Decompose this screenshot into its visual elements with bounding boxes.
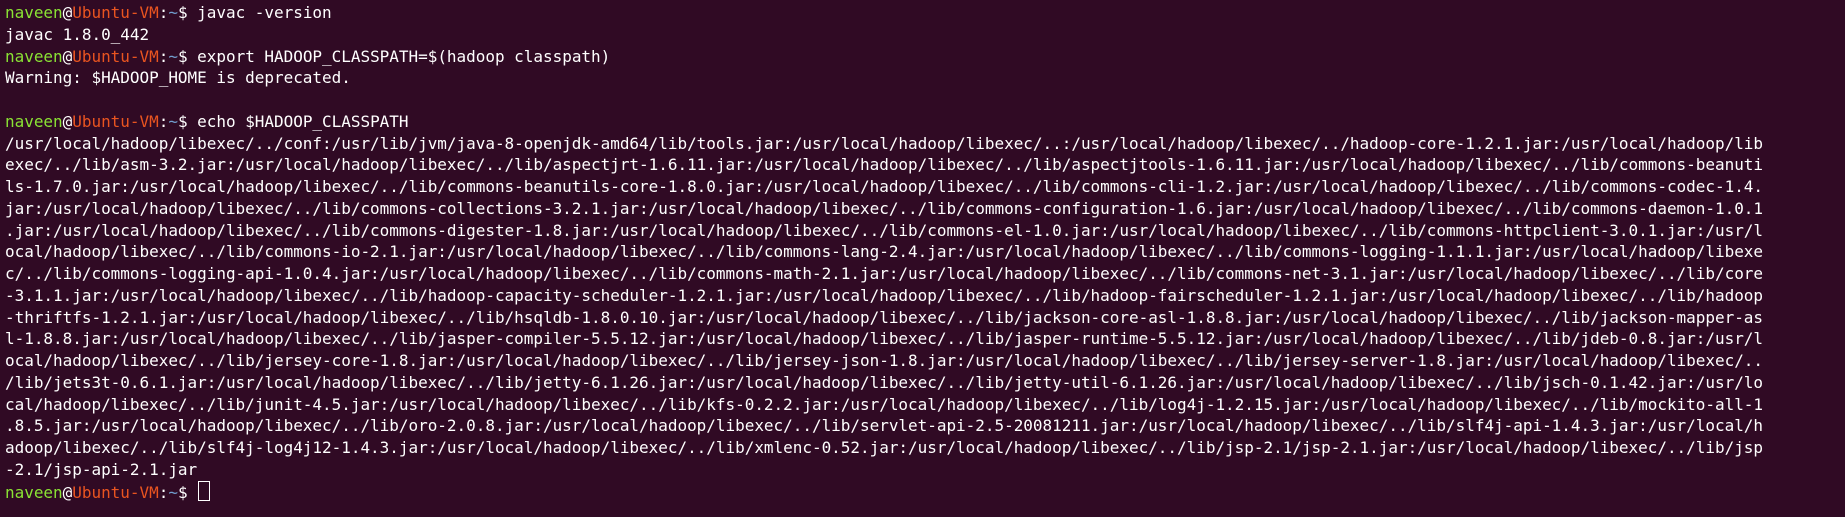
classpath-line: ocal/hadoop/libexec/../lib/commons-io-2.… <box>5 242 1764 262</box>
prompt-symbol: $ <box>177 482 198 502</box>
prompt-at: @ <box>62 111 73 131</box>
classpath-line: ocal/hadoop/libexec/../lib/jersey-core-1… <box>5 351 1764 370</box>
prompt-host: Ubuntu-VM <box>72 111 159 131</box>
prompt-sep: : <box>158 111 169 131</box>
prompt-host: Ubuntu-VM <box>72 482 159 502</box>
prompt-path: ~ <box>168 3 178 22</box>
prompt-user: naveen <box>5 46 63 66</box>
prompt-sep: : <box>158 46 169 66</box>
prompt-at: @ <box>62 46 73 66</box>
classpath-line: /usr/local/hadoop/libexec/../conf:/usr/l… <box>5 133 1764 153</box>
classpath-line: l-1.8.8.jar:/usr/local/hadoop/libexec/..… <box>5 329 1764 349</box>
prompt-symbol: $ <box>177 3 198 22</box>
active-prompt-line[interactable]: naveen@Ubuntu-VM:~$ <box>5 480 1845 503</box>
prompt-path: ~ <box>168 482 178 502</box>
prompt-sep: : <box>158 3 169 22</box>
classpath-line: exec/../lib/asm-3.2.jar:/usr/local/hadoo… <box>5 155 1764 175</box>
prompt-line: naveen@Ubuntu-VM:~$ export HADOOP_CLASSP… <box>5 46 1845 68</box>
prompt-at: @ <box>62 482 73 502</box>
prompt-symbol: $ <box>177 46 198 66</box>
text-cursor <box>198 480 211 501</box>
classpath-line: -2.1/jsp-api-2.1.jar <box>5 459 198 479</box>
classpath-line: .jar:/usr/local/hadoop/libexec/../lib/co… <box>5 220 1764 240</box>
classpath-line: -3.1.1.jar:/usr/local/hadoop/libexec/../… <box>5 285 1764 305</box>
classpath-line: .8.5.jar:/usr/local/hadoop/libexec/../li… <box>5 416 1764 436</box>
prompt-line: naveen@Ubuntu-VM:~$ javac -version <box>5 2 1845 24</box>
classpath-line: -thriftfs-1.2.1.jar:/usr/local/hadoop/li… <box>5 307 1764 327</box>
prompt-path: ~ <box>168 111 178 131</box>
terminal-window[interactable]: naveen@Ubuntu-VM:~$ javac -version javac… <box>0 0 1845 517</box>
classpath-line: jar:/usr/local/hadoop/libexec/../lib/com… <box>5 198 1764 218</box>
prompt-line: naveen@Ubuntu-VM:~$ echo $HADOOP_CLASSPA… <box>5 111 1845 133</box>
prompt-path: ~ <box>168 46 178 66</box>
prompt-host: Ubuntu-VM <box>72 3 159 22</box>
prompt-sep: : <box>158 482 169 502</box>
prompt-user: naveen <box>5 3 63 22</box>
classpath-line: cal/hadoop/libexec/../lib/junit-4.5.jar:… <box>5 394 1764 414</box>
command-text: export HADOOP_CLASSPATH=$(hadoop classpa… <box>197 46 611 66</box>
prompt-symbol: $ <box>177 111 198 131</box>
prompt-user: naveen <box>5 482 63 502</box>
prompt-user: naveen <box>5 111 63 131</box>
command-text: javac -version <box>197 3 332 22</box>
classpath-line: ls-1.7.0.jar:/usr/local/hadoop/libexec/.… <box>5 177 1764 196</box>
prompt-at: @ <box>62 3 73 22</box>
classpath-line: adoop/libexec/../lib/slf4j-log4j12-1.4.3… <box>5 438 1764 457</box>
prompt-host: Ubuntu-VM <box>72 46 159 66</box>
command-text: echo $HADOOP_CLASSPATH <box>197 111 409 131</box>
classpath-line: c/../lib/commons-logging-api-1.0.4.jar:/… <box>5 264 1764 283</box>
warning-line: Warning: $HADOOP_HOME is deprecated. <box>5 68 351 88</box>
output-line: javac 1.8.0_442 <box>5 24 150 44</box>
classpath-line: /lib/jets3t-0.6.1.jar:/usr/local/hadoop/… <box>5 372 1764 392</box>
